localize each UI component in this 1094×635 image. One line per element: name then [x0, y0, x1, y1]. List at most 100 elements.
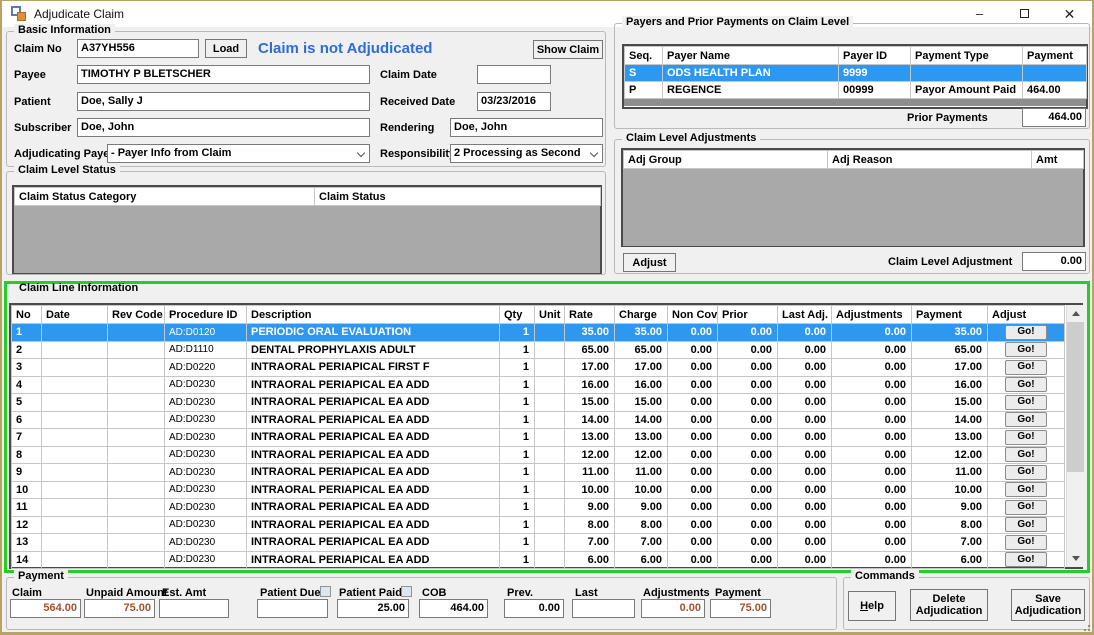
prior-payments-field[interactable]: 464.00 — [1022, 108, 1086, 127]
group-title: Claim Level Adjustments — [622, 132, 760, 144]
scrollbar-thumb[interactable] — [1067, 322, 1084, 472]
claim-line-row[interactable]: 14AD:D0230INTRAORAL PERIAPICAL EA ADD16.… — [12, 551, 1065, 569]
claim-line-header-adjust[interactable]: Adjust — [988, 306, 1065, 324]
payers-header-seq-[interactable]: Seq. — [625, 47, 663, 65]
claim-line-row[interactable]: 13AD:D0230INTRAORAL PERIAPICAL EA ADD17.… — [12, 534, 1065, 552]
claim-line-row[interactable]: 5AD:D0230INTRAORAL PERIAPICAL EA ADD115.… — [12, 394, 1065, 412]
payee-input[interactable]: TIMOTHY P BLETSCHER — [77, 65, 370, 84]
adjudicating-payer-value: - Payer Info from Claim — [111, 147, 231, 159]
adjudicating-payer-select[interactable]: - Payer Info from Claim — [107, 144, 370, 163]
vertical-scrollbar[interactable] — [1066, 305, 1083, 567]
cell-last-adj: 0.00 — [778, 341, 832, 359]
claim-line-header-unit[interactable]: Unit — [535, 306, 565, 324]
claim-line-header-rate[interactable]: Rate — [565, 306, 615, 324]
cell-charge: 8.00 — [615, 516, 668, 534]
go-button[interactable]: Go! — [1005, 535, 1047, 550]
resize-grip[interactable] — [1080, 621, 1090, 631]
patient-due-checkbox[interactable] — [320, 586, 331, 597]
go-button[interactable]: Go! — [1005, 360, 1047, 375]
claim-line-row[interactable]: 8AD:D0230INTRAORAL PERIAPICAL EA ADD112.… — [12, 446, 1065, 464]
cell-rev-code — [108, 359, 165, 377]
last-field[interactable] — [572, 599, 635, 618]
column-header-adj-group[interactable]: Adj Group — [624, 151, 828, 169]
claim-line-row[interactable]: 1AD:D0120PERIODIC ORAL EVALUATION135.003… — [12, 324, 1065, 342]
claim-line-row[interactable]: 2AD:D1110DENTAL PROPHYLAXIS ADULT165.006… — [12, 341, 1065, 359]
claim-line-header-no[interactable]: No — [12, 306, 42, 324]
rendering-label: Rendering — [380, 122, 434, 134]
delete-adjudication-button[interactable]: Delete Adjudication — [910, 589, 988, 621]
claim-level-adjustment-field[interactable]: 0.00 — [1022, 252, 1086, 271]
claim-line-header-rev-code[interactable]: Rev Code — [108, 306, 165, 324]
go-button[interactable]: Go! — [1005, 517, 1047, 532]
claim-line-header-description[interactable]: Description — [247, 306, 500, 324]
column-header-amt[interactable]: Amt — [1032, 151, 1084, 169]
payers-header-payer-name[interactable]: Payer Name — [663, 47, 839, 65]
go-button[interactable]: Go! — [1005, 482, 1047, 497]
patient-paid-checkbox[interactable] — [401, 586, 412, 597]
go-button[interactable]: Go! — [1005, 465, 1047, 480]
est-amt-field[interactable] — [159, 599, 229, 618]
go-button[interactable]: Go! — [1005, 552, 1047, 567]
go-button[interactable]: Go! — [1005, 395, 1047, 410]
payers-header-payer-id[interactable]: Payer ID — [839, 47, 911, 65]
claim-line-row[interactable]: 11AD:D0230INTRAORAL PERIAPICAL EA ADD19.… — [12, 499, 1065, 517]
unpaid-amount-field[interactable]: 75.00 — [84, 599, 155, 618]
scroll-up-icon[interactable] — [1067, 305, 1084, 322]
payment-claim-field[interactable]: 564.00 — [10, 599, 81, 618]
claim-line-header-qty[interactable]: Qty — [500, 306, 535, 324]
claim-date-input[interactable] — [477, 65, 551, 84]
column-header-claim-status[interactable]: Claim Status — [315, 188, 601, 206]
claim-line-header-payment[interactable]: Payment — [912, 306, 988, 324]
rendering-input[interactable]: Doe, John — [450, 118, 603, 137]
claim-line-row[interactable]: 12AD:D0230INTRAORAL PERIAPICAL EA ADD18.… — [12, 516, 1065, 534]
payer-row[interactable]: SODS HEALTH PLAN9999 — [625, 65, 1087, 82]
claim-line-row[interactable]: 4AD:D0230INTRAORAL PERIAPICAL EA ADD116.… — [12, 376, 1065, 394]
cell-adjustments: 0.00 — [832, 516, 912, 534]
payers-header-payment-type[interactable]: Payment Type — [911, 47, 1023, 65]
patient-input[interactable]: Doe, Sally J — [77, 92, 370, 111]
go-button[interactable]: Go! — [1005, 430, 1047, 445]
claim-line-row[interactable]: 10AD:D0230INTRAORAL PERIAPICAL EA ADD110… — [12, 481, 1065, 499]
claim-line-row[interactable]: 9AD:D0230INTRAORAL PERIAPICAL EA ADD111.… — [12, 464, 1065, 482]
claim-line-header-charge[interactable]: Charge — [615, 306, 668, 324]
claim-line-row[interactable]: 6AD:D0230INTRAORAL PERIAPICAL EA ADD114.… — [12, 411, 1065, 429]
claim-line-header-procedure-id[interactable]: Procedure ID — [165, 306, 247, 324]
go-button[interactable]: Go! — [1005, 447, 1047, 462]
prev-field[interactable]: 0.00 — [504, 599, 564, 618]
cell-last-adj: 0.00 — [778, 429, 832, 447]
claim-line-header-adjustments[interactable]: Adjustments — [832, 306, 912, 324]
maximize-icon — [1020, 9, 1029, 18]
go-button[interactable]: Go! — [1005, 500, 1047, 515]
scroll-down-icon[interactable] — [1067, 550, 1084, 567]
go-button[interactable]: Go! — [1005, 412, 1047, 427]
cell-non-cov: 0.00 — [668, 411, 718, 429]
responsibility-level-select[interactable]: 2 Processing as Second — [450, 144, 603, 163]
column-header-adj-reason[interactable]: Adj Reason — [828, 151, 1032, 169]
payment-amount-field[interactable]: 75.00 — [710, 599, 771, 618]
go-button[interactable]: Go! — [1005, 377, 1047, 392]
claim-line-row[interactable]: 7AD:D0230INTRAORAL PERIAPICAL EA ADD113.… — [12, 429, 1065, 447]
claim-no-input[interactable]: A37YH556 — [77, 39, 199, 58]
payer-row[interactable]: PREGENCE00999Payor Amount Paid464.00 — [625, 82, 1087, 99]
claim-line-header-non-cov[interactable]: Non Cov — [668, 306, 718, 324]
claim-line-header-last-adj-[interactable]: Last Adj. — [778, 306, 832, 324]
show-claim-button[interactable]: Show Claim — [533, 40, 603, 59]
go-button[interactable]: Go! — [1005, 325, 1047, 340]
adjustments-field[interactable]: 0.00 — [641, 599, 705, 618]
cob-field[interactable]: 464.00 — [419, 599, 488, 618]
payers-header-payment[interactable]: Payment — [1023, 47, 1087, 65]
adjust-button[interactable]: Adjust — [623, 253, 676, 272]
help-button[interactable]: Help — [848, 591, 896, 621]
save-adjudication-button[interactable]: Save Adjudication — [1011, 589, 1085, 621]
load-button[interactable]: Load — [205, 39, 247, 58]
claim-line-header-date[interactable]: Date — [42, 306, 108, 324]
claim-line-row[interactable]: 3AD:D0220INTRAORAL PERIAPICAL FIRST F117… — [12, 359, 1065, 377]
patient-due-field[interactable] — [257, 599, 328, 618]
subscriber-input[interactable]: Doe, John — [77, 118, 370, 137]
column-header-claim-status-category[interactable]: Claim Status Category — [15, 188, 315, 206]
patient-paid-field[interactable]: 25.00 — [337, 599, 409, 618]
cell-seq: P — [625, 82, 663, 99]
received-date-input[interactable]: 03/23/2016 — [477, 92, 551, 111]
claim-line-header-prior[interactable]: Prior — [718, 306, 778, 324]
go-button[interactable]: Go! — [1005, 342, 1047, 357]
